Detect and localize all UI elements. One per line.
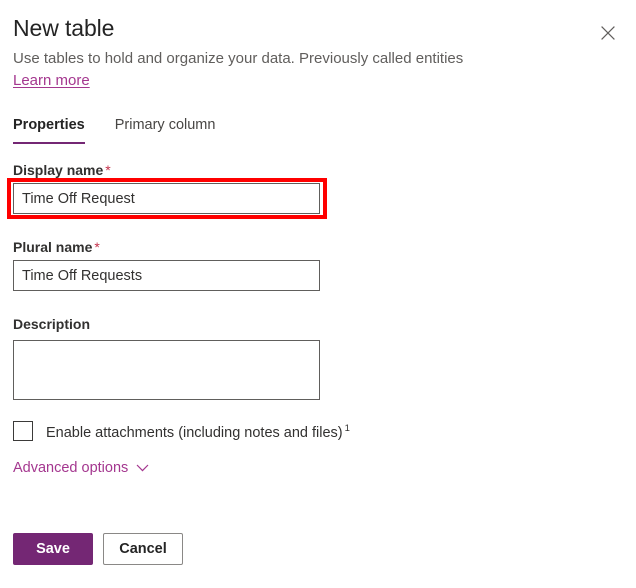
display-name-required-marker: * xyxy=(105,162,110,178)
plural-name-label-text: Plural name xyxy=(13,239,92,255)
close-button[interactable] xyxy=(592,17,624,49)
close-icon xyxy=(600,25,616,41)
display-name-label-text: Display name xyxy=(13,162,103,178)
footnote-marker: 1 xyxy=(345,423,350,434)
tab-strip: Properties Primary column xyxy=(13,115,245,144)
display-name-label: Display name* xyxy=(13,161,111,179)
display-name-input[interactable] xyxy=(13,183,320,214)
plural-name-input[interactable] xyxy=(13,260,320,291)
learn-more-link[interactable]: Learn more xyxy=(13,71,90,91)
plural-name-required-marker: * xyxy=(94,239,99,255)
enable-attachments-row[interactable]: Enable attachments (including notes and … xyxy=(13,419,350,443)
tab-primary-column[interactable]: Primary column xyxy=(115,115,216,144)
chevron-down-icon xyxy=(136,464,149,472)
enable-attachments-checkbox[interactable] xyxy=(13,421,33,441)
description-textarea[interactable] xyxy=(13,340,320,400)
description-label: Description xyxy=(13,315,90,333)
cancel-button[interactable]: Cancel xyxy=(103,533,183,565)
plural-name-label: Plural name* xyxy=(13,238,100,256)
description-label-text: Description xyxy=(13,316,90,332)
page-title: New table xyxy=(13,14,114,42)
enable-attachments-label-text: Enable attachments (including notes and … xyxy=(46,425,343,441)
tab-properties[interactable]: Properties xyxy=(13,115,85,144)
panel-subtitle: Use tables to hold and organize your dat… xyxy=(13,48,463,69)
enable-attachments-label: Enable attachments (including notes and … xyxy=(46,419,350,443)
footer-actions: Save Cancel xyxy=(13,533,183,565)
save-button[interactable]: Save xyxy=(13,533,93,565)
advanced-options-label: Advanced options xyxy=(13,458,128,478)
advanced-options-toggle[interactable]: Advanced options xyxy=(13,458,149,478)
